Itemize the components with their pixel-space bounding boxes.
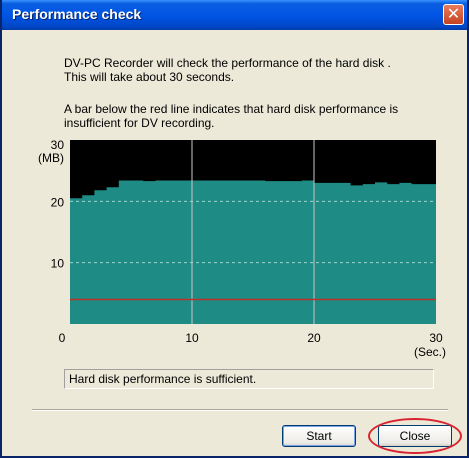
y-tick-label-20: 20: [51, 195, 65, 209]
performance-check-dialog: Performance check ✕ DV-PC Recorder will …: [0, 0, 469, 458]
y-tick-label-30: 30: [51, 138, 65, 152]
x-tick-label-10: 10: [185, 331, 199, 345]
y-axis-unit: (MB): [38, 151, 64, 165]
start-button[interactable]: Start: [282, 425, 356, 447]
x-tick-label-20: 20: [307, 331, 321, 345]
x-tick-label-0: 0: [59, 331, 66, 345]
throughput-area: [70, 180, 436, 324]
performance-chart: 30(MB)20100 10 20 30(Sec.): [38, 138, 446, 359]
y-tick-label-10: 10: [51, 257, 65, 271]
x-tick-label-30: 30: [429, 331, 443, 345]
status-field: Hard disk performance is sufficient.: [64, 369, 434, 389]
close-button-highlight: [368, 418, 462, 454]
x-axis-unit: (Sec.): [414, 345, 446, 359]
separator: [32, 409, 448, 411]
